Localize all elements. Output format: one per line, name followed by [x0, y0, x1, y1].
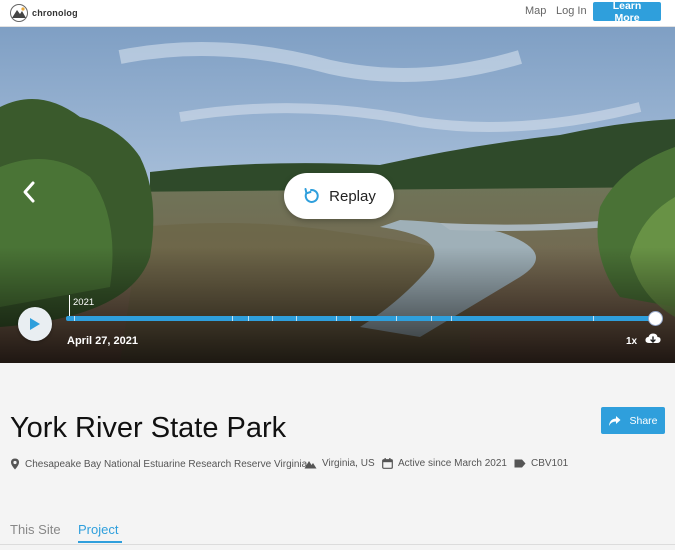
- tab-divider: [0, 544, 675, 545]
- cloud-download-icon[interactable]: [645, 332, 661, 346]
- tab-this-site[interactable]: This Site: [10, 522, 61, 537]
- timeline-segment: [272, 316, 273, 321]
- playback-speed-button[interactable]: 1x: [626, 336, 637, 347]
- site-title: York River State Park: [10, 412, 287, 444]
- mountain-icon: [304, 460, 317, 468]
- timeline-segment: [336, 316, 337, 321]
- meta-location: Chesapeake Bay National Estuarine Resear…: [10, 458, 307, 470]
- share-arrow-icon: [609, 415, 621, 426]
- current-date-label: April 27, 2021: [67, 335, 138, 347]
- timeline-segment: [350, 316, 351, 321]
- brand-logo[interactable]: chronolog: [10, 4, 78, 22]
- replay-icon: [304, 188, 319, 203]
- replay-label: Replay: [329, 187, 376, 205]
- play-icon: [30, 318, 40, 330]
- timeline-segment: [232, 316, 233, 321]
- timelapse-player: Replay 2021 April 27, 2021 1x: [0, 27, 675, 363]
- tag-icon: [514, 459, 526, 468]
- year-marker-label: 2021: [73, 297, 95, 308]
- timeline-segment: [248, 316, 249, 321]
- meta-tag: CBV101: [514, 458, 568, 469]
- brand-name: chronolog: [32, 8, 78, 18]
- share-label: Share: [629, 414, 658, 427]
- top-bar: chronolog Map Log In Learn More: [0, 0, 675, 27]
- timeline-segment: [74, 316, 75, 321]
- timeline-segment: [431, 316, 432, 321]
- learn-more-button[interactable]: Learn More: [593, 0, 661, 24]
- timeline-handle[interactable]: [648, 311, 663, 326]
- active-tab-indicator: [78, 541, 122, 543]
- replay-button[interactable]: Replay: [284, 173, 394, 219]
- meta-location-text: Chesapeake Bay National Estuarine Resear…: [25, 458, 308, 470]
- meta-active: Active since March 2021: [382, 458, 507, 469]
- timeline-segment: [396, 316, 397, 321]
- tab-project[interactable]: Project: [78, 522, 118, 537]
- timeline-scrubber[interactable]: [66, 316, 656, 321]
- tab-bar: This Site Project: [0, 520, 675, 550]
- mountain-logo-icon: [10, 4, 28, 22]
- meta-tag-text: CBV101: [531, 458, 569, 469]
- play-button[interactable]: [18, 307, 52, 341]
- nav-login-link[interactable]: Log In: [556, 5, 587, 17]
- map-pin-icon: [11, 458, 19, 470]
- meta-region: Virginia, US: [304, 458, 375, 469]
- chevron-left-icon[interactable]: [18, 179, 40, 205]
- meta-active-text: Active since March 2021: [398, 458, 507, 469]
- timeline-segment: [296, 316, 297, 321]
- nav-map-link[interactable]: Map: [525, 5, 546, 17]
- calendar-icon: [382, 458, 393, 469]
- timeline-segment: [451, 316, 452, 321]
- meta-region-text: Virginia, US: [322, 458, 375, 469]
- timeline-segment: [593, 316, 594, 321]
- share-button[interactable]: Share: [601, 407, 665, 434]
